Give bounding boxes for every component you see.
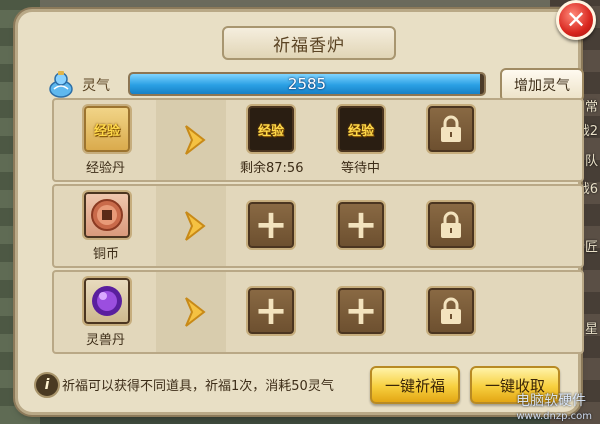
close-button[interactable]: ✕ [556, 0, 596, 40]
slot-empty[interactable]: + [336, 286, 386, 336]
slot-locked[interactable] [426, 104, 476, 154]
info-text: 祈福可以获得不同道具，祈福1次，消耗50灵气 [62, 379, 334, 394]
slot-empty[interactable]: + [336, 200, 386, 250]
slot-timer: 剩余87:56 [240, 161, 304, 176]
slot-locked[interactable] [426, 200, 476, 250]
spirit-beast-pill-icon[interactable] [82, 276, 132, 326]
chevron-right-icon [185, 211, 206, 241]
plus-icon: + [344, 288, 378, 334]
exp-slot-glyph: 经验 [347, 123, 374, 139]
item-label: 灵兽丹 [86, 333, 126, 348]
spirit-label: 灵气 [82, 78, 110, 94]
spirit-value: 2585 [287, 75, 327, 93]
lock-icon [441, 211, 461, 238]
item-label: 经验丹 [86, 161, 126, 176]
background-text: 星 [584, 322, 598, 337]
lock-icon [441, 115, 461, 142]
slot-empty[interactable]: + [246, 200, 296, 250]
plus-icon: + [344, 202, 378, 248]
exp-pill-icon[interactable]: 经验 [82, 104, 132, 154]
slot-locked[interactable] [426, 286, 476, 336]
prayer-row-copper: 铜币 + + [52, 184, 584, 268]
plus-icon: + [254, 288, 288, 334]
prayer-row-exp: 经验 经验丹 经验 剩余87:56 经验 等待中 [52, 98, 584, 182]
spirit-progress-bar: 2585 [128, 72, 486, 96]
slot-empty[interactable]: + [246, 286, 296, 336]
exp-pill-glyph: 经验 [93, 123, 120, 139]
watermark-url: www.dnzp.com [516, 411, 592, 422]
info-icon: i [34, 372, 60, 398]
item-label: 铜币 [93, 247, 120, 262]
plus-icon: + [254, 202, 288, 248]
spirit-gourd-icon [49, 71, 73, 98]
background-text: 常 [584, 100, 598, 115]
copper-coin-icon[interactable] [82, 190, 132, 240]
dialog-title: 祈福香炉 [222, 26, 396, 60]
slot-status: 等待中 [341, 161, 381, 176]
slot-active[interactable]: 经验 [246, 104, 296, 154]
prayer-row-beast: 灵兽丹 + + [52, 270, 584, 354]
background-text: 队 [584, 154, 598, 169]
coin-glyph [91, 199, 123, 231]
watermark-brand: 电脑软硬件 [516, 393, 586, 409]
chevron-right-icon [185, 297, 206, 327]
beast-pill-glyph [92, 286, 122, 316]
prayer-censer-dialog: 祈福香炉 灵气 2585 增加灵气 经验 经验丹 经验 剩余87:56 经验 等… [18, 12, 584, 412]
lock-icon [441, 297, 461, 324]
pray-all-button[interactable]: 一键祈福 [370, 366, 460, 404]
add-spirit-button[interactable]: 增加灵气 [500, 68, 584, 102]
exp-slot-glyph: 经验 [257, 123, 284, 139]
chevron-right-icon [185, 125, 206, 155]
slot-active[interactable]: 经验 [336, 104, 386, 154]
